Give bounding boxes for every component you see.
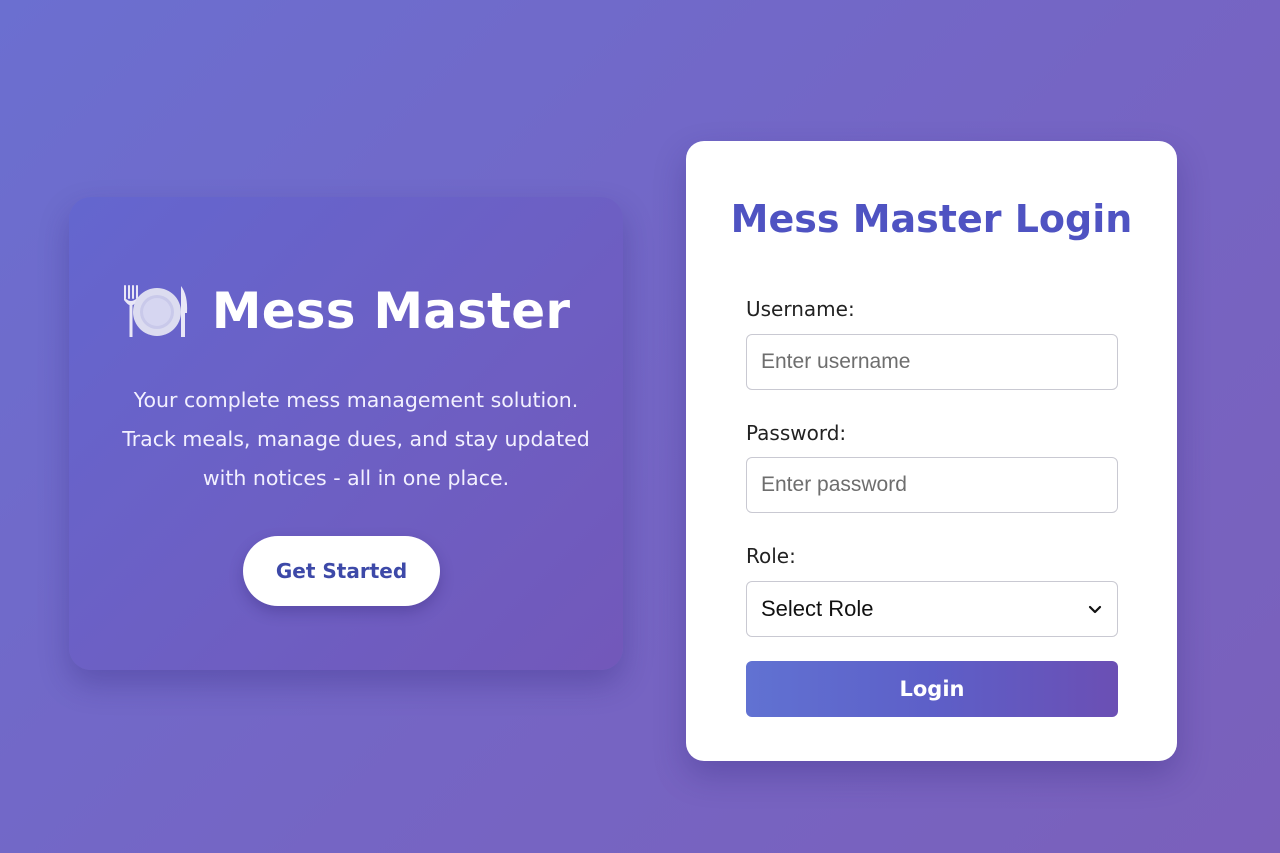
hero-description-line: Track meals, manage dues, and stay updat…: [122, 427, 590, 451]
password-input[interactable]: [746, 457, 1118, 513]
role-label: Role:: [746, 544, 796, 568]
fork-knife-plate-icon: [122, 283, 188, 339]
hero-description-line: Your complete mess management solution.: [133, 388, 579, 412]
role-select[interactable]: Select Role: [746, 581, 1118, 637]
hero-description-line: with notices - all in one place.: [202, 466, 510, 490]
hero-description: Your complete mess management solution. …: [109, 381, 603, 498]
login-card: Mess Master Login Username: Password: Ro…: [686, 141, 1177, 761]
login-title: Mess Master Login: [730, 197, 1133, 241]
role-select-value: Select Role: [761, 596, 874, 621]
get-started-button[interactable]: Get Started: [243, 536, 440, 606]
hero-card: Mess Master Your complete mess managemen…: [69, 197, 623, 670]
username-input[interactable]: [746, 334, 1118, 390]
password-label: Password:: [746, 421, 847, 445]
chevron-down-icon: [1087, 601, 1103, 617]
hero-title: Mess Master: [211, 282, 571, 340]
hero-title-row: Mess Master: [69, 283, 623, 339]
username-label: Username:: [746, 297, 855, 321]
login-button[interactable]: Login: [746, 661, 1118, 717]
